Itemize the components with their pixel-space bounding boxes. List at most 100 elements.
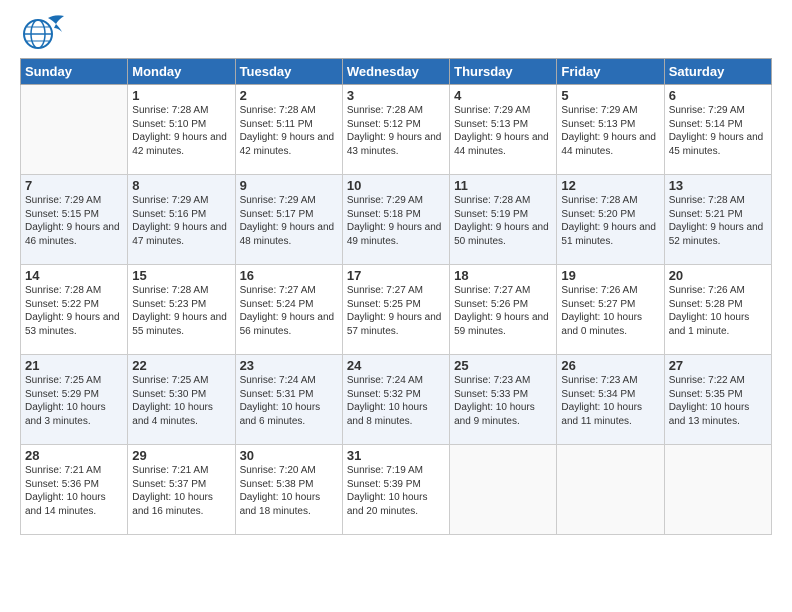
day-number: 25 [454,358,552,373]
day-number: 23 [240,358,338,373]
day-info: Sunrise: 7:21 AMSunset: 5:37 PMDaylight:… [132,464,230,518]
day-info: Sunrise: 7:29 AMSunset: 5:14 PMDaylight:… [669,104,767,158]
day-number: 15 [132,268,230,283]
day-info: Sunrise: 7:28 AMSunset: 5:19 PMDaylight:… [454,194,552,248]
day-number: 28 [25,448,123,463]
calendar-day-cell: 8Sunrise: 7:29 AMSunset: 5:16 PMDaylight… [128,175,235,265]
day-info: Sunrise: 7:25 AMSunset: 5:30 PMDaylight:… [132,374,230,428]
day-number: 22 [132,358,230,373]
day-number: 8 [132,178,230,193]
day-info: Sunrise: 7:29 AMSunset: 5:13 PMDaylight:… [561,104,659,158]
day-number: 20 [669,268,767,283]
calendar-day-cell: 4Sunrise: 7:29 AMSunset: 5:13 PMDaylight… [450,85,557,175]
day-number: 21 [25,358,123,373]
calendar-day-cell: 29Sunrise: 7:21 AMSunset: 5:37 PMDayligh… [128,445,235,535]
calendar-day-cell: 2Sunrise: 7:28 AMSunset: 5:11 PMDaylight… [235,85,342,175]
day-number: 18 [454,268,552,283]
day-info: Sunrise: 7:28 AMSunset: 5:21 PMDaylight:… [669,194,767,248]
weekday-header: Friday [557,59,664,85]
day-info: Sunrise: 7:28 AMSunset: 5:12 PMDaylight:… [347,104,445,158]
calendar-day-cell [557,445,664,535]
day-number: 14 [25,268,123,283]
weekday-header: Monday [128,59,235,85]
calendar-day-cell: 1Sunrise: 7:28 AMSunset: 5:10 PMDaylight… [128,85,235,175]
day-number: 17 [347,268,445,283]
calendar-day-cell: 19Sunrise: 7:26 AMSunset: 5:27 PMDayligh… [557,265,664,355]
day-number: 19 [561,268,659,283]
day-info: Sunrise: 7:29 AMSunset: 5:18 PMDaylight:… [347,194,445,248]
calendar-day-cell: 11Sunrise: 7:28 AMSunset: 5:19 PMDayligh… [450,175,557,265]
day-info: Sunrise: 7:23 AMSunset: 5:34 PMDaylight:… [561,374,659,428]
day-number: 10 [347,178,445,193]
calendar-day-cell: 10Sunrise: 7:29 AMSunset: 5:18 PMDayligh… [342,175,449,265]
calendar-day-cell: 24Sunrise: 7:24 AMSunset: 5:32 PMDayligh… [342,355,449,445]
day-info: Sunrise: 7:28 AMSunset: 5:22 PMDaylight:… [25,284,123,338]
day-number: 11 [454,178,552,193]
weekday-header: Wednesday [342,59,449,85]
calendar-day-cell: 3Sunrise: 7:28 AMSunset: 5:12 PMDaylight… [342,85,449,175]
day-info: Sunrise: 7:25 AMSunset: 5:29 PMDaylight:… [25,374,123,428]
calendar-day-cell: 15Sunrise: 7:28 AMSunset: 5:23 PMDayligh… [128,265,235,355]
day-info: Sunrise: 7:20 AMSunset: 5:38 PMDaylight:… [240,464,338,518]
calendar-day-cell: 22Sunrise: 7:25 AMSunset: 5:30 PMDayligh… [128,355,235,445]
day-number: 4 [454,88,552,103]
calendar-day-cell: 25Sunrise: 7:23 AMSunset: 5:33 PMDayligh… [450,355,557,445]
weekday-header: Thursday [450,59,557,85]
calendar-week-row: 28Sunrise: 7:21 AMSunset: 5:36 PMDayligh… [21,445,772,535]
day-number: 3 [347,88,445,103]
day-info: Sunrise: 7:27 AMSunset: 5:25 PMDaylight:… [347,284,445,338]
logo [20,10,70,52]
calendar-day-cell: 14Sunrise: 7:28 AMSunset: 5:22 PMDayligh… [21,265,128,355]
day-number: 26 [561,358,659,373]
calendar-day-cell: 5Sunrise: 7:29 AMSunset: 5:13 PMDaylight… [557,85,664,175]
day-info: Sunrise: 7:28 AMSunset: 5:23 PMDaylight:… [132,284,230,338]
day-info: Sunrise: 7:26 AMSunset: 5:28 PMDaylight:… [669,284,767,338]
calendar-day-cell: 12Sunrise: 7:28 AMSunset: 5:20 PMDayligh… [557,175,664,265]
day-number: 7 [25,178,123,193]
day-number: 5 [561,88,659,103]
calendar-day-cell: 31Sunrise: 7:19 AMSunset: 5:39 PMDayligh… [342,445,449,535]
day-number: 31 [347,448,445,463]
day-info: Sunrise: 7:27 AMSunset: 5:26 PMDaylight:… [454,284,552,338]
day-number: 9 [240,178,338,193]
day-number: 13 [669,178,767,193]
calendar-day-cell [21,85,128,175]
day-info: Sunrise: 7:29 AMSunset: 5:16 PMDaylight:… [132,194,230,248]
day-number: 1 [132,88,230,103]
day-info: Sunrise: 7:19 AMSunset: 5:39 PMDaylight:… [347,464,445,518]
weekday-header-row: SundayMondayTuesdayWednesdayThursdayFrid… [21,59,772,85]
calendar-day-cell: 27Sunrise: 7:22 AMSunset: 5:35 PMDayligh… [664,355,771,445]
day-info: Sunrise: 7:28 AMSunset: 5:11 PMDaylight:… [240,104,338,158]
calendar-day-cell: 16Sunrise: 7:27 AMSunset: 5:24 PMDayligh… [235,265,342,355]
calendar-table: SundayMondayTuesdayWednesdayThursdayFrid… [20,58,772,535]
weekday-header: Saturday [664,59,771,85]
weekday-header: Tuesday [235,59,342,85]
day-number: 29 [132,448,230,463]
calendar-day-cell: 17Sunrise: 7:27 AMSunset: 5:25 PMDayligh… [342,265,449,355]
day-info: Sunrise: 7:21 AMSunset: 5:36 PMDaylight:… [25,464,123,518]
header [20,10,772,52]
day-info: Sunrise: 7:24 AMSunset: 5:32 PMDaylight:… [347,374,445,428]
day-number: 30 [240,448,338,463]
calendar-week-row: 1Sunrise: 7:28 AMSunset: 5:10 PMDaylight… [21,85,772,175]
day-info: Sunrise: 7:26 AMSunset: 5:27 PMDaylight:… [561,284,659,338]
calendar-day-cell [664,445,771,535]
calendar-day-cell: 18Sunrise: 7:27 AMSunset: 5:26 PMDayligh… [450,265,557,355]
day-info: Sunrise: 7:22 AMSunset: 5:35 PMDaylight:… [669,374,767,428]
calendar-week-row: 14Sunrise: 7:28 AMSunset: 5:22 PMDayligh… [21,265,772,355]
calendar-day-cell: 20Sunrise: 7:26 AMSunset: 5:28 PMDayligh… [664,265,771,355]
calendar-day-cell: 21Sunrise: 7:25 AMSunset: 5:29 PMDayligh… [21,355,128,445]
page: SundayMondayTuesdayWednesdayThursdayFrid… [0,0,792,612]
calendar-day-cell: 26Sunrise: 7:23 AMSunset: 5:34 PMDayligh… [557,355,664,445]
calendar-day-cell: 13Sunrise: 7:28 AMSunset: 5:21 PMDayligh… [664,175,771,265]
calendar-day-cell: 6Sunrise: 7:29 AMSunset: 5:14 PMDaylight… [664,85,771,175]
day-info: Sunrise: 7:28 AMSunset: 5:10 PMDaylight:… [132,104,230,158]
calendar-day-cell: 23Sunrise: 7:24 AMSunset: 5:31 PMDayligh… [235,355,342,445]
calendar-week-row: 7Sunrise: 7:29 AMSunset: 5:15 PMDaylight… [21,175,772,265]
calendar-day-cell [450,445,557,535]
calendar-day-cell: 7Sunrise: 7:29 AMSunset: 5:15 PMDaylight… [21,175,128,265]
day-info: Sunrise: 7:28 AMSunset: 5:20 PMDaylight:… [561,194,659,248]
day-info: Sunrise: 7:29 AMSunset: 5:13 PMDaylight:… [454,104,552,158]
day-number: 12 [561,178,659,193]
day-info: Sunrise: 7:29 AMSunset: 5:17 PMDaylight:… [240,194,338,248]
